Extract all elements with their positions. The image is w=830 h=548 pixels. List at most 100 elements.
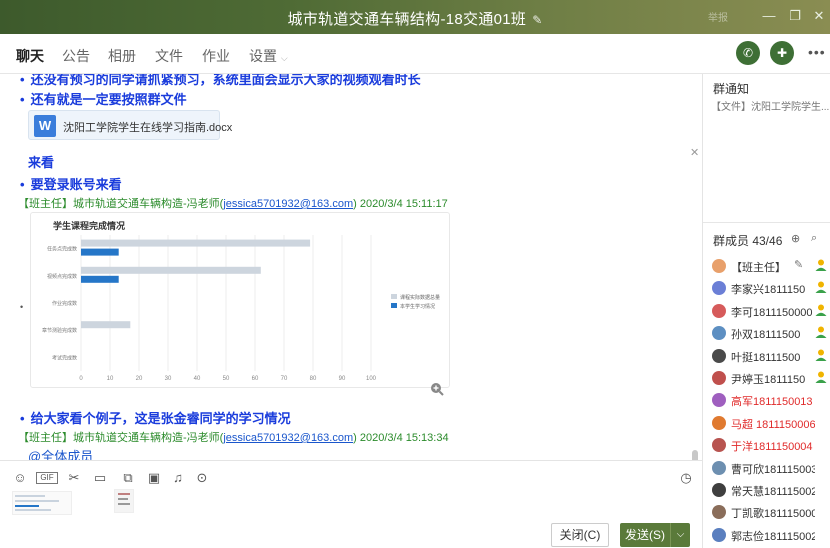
- x-tick-label: 100: [366, 376, 377, 382]
- avatar[interactable]: [712, 527, 726, 542]
- edit-title-icon[interactable]: ✎: [532, 13, 542, 27]
- avatar[interactable]: [712, 326, 726, 341]
- x-tick-label: 30: [165, 376, 172, 382]
- category-label: 章节测验完成数: [42, 327, 77, 334]
- member-item[interactable]: 于洋1811150004: [712, 435, 830, 455]
- avatar[interactable]: [712, 438, 726, 453]
- tab-homework[interactable]: 作业: [202, 46, 230, 66]
- image-icon[interactable]: ▣: [146, 470, 162, 486]
- sender-email-link[interactable]: jessica5701932@163.com: [223, 198, 353, 210]
- pasted-image-thumbnail[interactable]: [114, 489, 134, 513]
- avatar[interactable]: [712, 483, 726, 497]
- sender-email-link[interactable]: jessica5701932@163.com: [223, 432, 353, 444]
- close-window-icon[interactable]: ✕: [810, 7, 828, 25]
- bar: [81, 275, 119, 283]
- bell-icon[interactable]: ♫: [170, 470, 186, 486]
- admin-role-icon: [814, 370, 828, 384]
- member-item[interactable]: 李可1811150000: [712, 301, 830, 321]
- close-icon[interactable]: ✕: [690, 146, 699, 159]
- minimize-icon[interactable]: —: [760, 7, 778, 25]
- history-icon[interactable]: ◷: [678, 470, 694, 486]
- message-text: • 还有就是一定要按照群文件: [20, 92, 187, 107]
- avatar[interactable]: [712, 281, 726, 296]
- x-tick-label: 10: [107, 376, 114, 382]
- member-item[interactable]: 曹可欣1811150030: [712, 458, 830, 478]
- member-name: 叶挺18111500: [731, 351, 801, 364]
- tab-settings-label: 设置: [249, 48, 277, 64]
- word-file-icon: W: [34, 115, 56, 137]
- member-name: 尹婷玉1811150: [731, 374, 806, 386]
- x-tick-label: 40: [194, 376, 201, 382]
- close-button[interactable]: 关闭(C): [551, 523, 609, 547]
- avatar[interactable]: [712, 415, 726, 430]
- avatar[interactable]: [712, 259, 726, 273]
- member-item[interactable]: 【班主任】 ✎: [712, 256, 830, 276]
- member-item[interactable]: 孙双18111500: [712, 323, 830, 343]
- member-name: 高军1811150013: [731, 396, 813, 409]
- gif-icon[interactable]: GIF: [36, 472, 58, 484]
- member-item[interactable]: 高军1811150013: [712, 390, 830, 410]
- more-icon[interactable]: •••: [808, 44, 826, 60]
- message-text: 来看: [28, 155, 55, 170]
- search-icon[interactable]: ⌕: [811, 232, 817, 245]
- tab-album[interactable]: 相册: [108, 46, 136, 66]
- member-item[interactable]: 李家兴1811150: [712, 278, 830, 298]
- divider: [703, 222, 830, 223]
- chart-title: 学生课程完成情况: [53, 220, 125, 231]
- group-notice-text[interactable]: 【文件】沈阳工学院学生...: [711, 98, 829, 113]
- send-options-chevron-icon[interactable]: ⌵: [670, 523, 690, 547]
- message-bullet: •: [20, 74, 25, 87]
- smile-icon[interactable]: ☺: [12, 470, 28, 486]
- avatar[interactable]: [712, 505, 726, 520]
- tab-announcement[interactable]: 公告: [62, 46, 90, 66]
- member-name: 郭志俭1811150021: [731, 530, 815, 543]
- admin-role-icon: [814, 303, 828, 317]
- chat-area: • 还没有预习的同学请抓紧预习，系统里面会显示大家的视频观看时长 • 还有就是一定要…: [0, 74, 702, 460]
- more-tools-icon[interactable]: ⊙: [194, 470, 210, 486]
- member-name: 于洋1811150004: [731, 441, 813, 454]
- category-label: 考试完成数: [52, 354, 77, 361]
- mention-all[interactable]: @全体成员: [28, 446, 93, 460]
- legend-label: 本学生学习情况: [400, 303, 435, 310]
- member-item[interactable]: 尹婷玉1811150: [712, 368, 830, 388]
- phone-icon[interactable]: ✆: [736, 41, 760, 65]
- send-button[interactable]: 发送(S): [620, 523, 670, 547]
- avatar[interactable]: [712, 348, 726, 363]
- message-bullet: •: [20, 92, 25, 107]
- category-label: 任务点完成数: [47, 246, 77, 253]
- member-item[interactable]: 叶挺18111500: [712, 346, 830, 366]
- edit-icon[interactable]: ✎: [794, 258, 803, 271]
- admin-role-icon: [814, 258, 828, 272]
- avatar[interactable]: [712, 460, 726, 475]
- add-member-icon[interactable]: ⊕: [791, 232, 800, 245]
- file-attachment[interactable]: W 沈阳工学院学生在线学习指南.docx: [28, 110, 232, 140]
- tab-files[interactable]: 文件: [155, 46, 183, 66]
- folder-icon[interactable]: ▭: [92, 470, 108, 486]
- maximize-icon[interactable]: ❐: [786, 7, 804, 25]
- chat-scrollbar[interactable]: [692, 450, 698, 460]
- screenshot-icon[interactable]: ⧉: [120, 470, 136, 486]
- category-label: 视频点完成数: [47, 273, 77, 280]
- message-text: • 还没有预习的同学请抓紧预习，系统里面会显示大家的视频观看时长: [20, 74, 421, 87]
- sender-name: 【班主任】城市轨道交通车辆构造-冯老师(: [18, 432, 224, 444]
- member-item[interactable]: 马超 1811150006: [712, 413, 830, 433]
- zoom-icon[interactable]: [430, 382, 444, 396]
- add-chat-icon[interactable]: ✚: [770, 41, 794, 65]
- avatar[interactable]: [712, 371, 726, 385]
- avatar[interactable]: [712, 303, 726, 318]
- message-meta: 【班主任】城市轨道交通车辆构造-冯老师(jessica5701932@163.c…: [18, 432, 449, 444]
- bar: [81, 248, 119, 256]
- tab-settings[interactable]: 设置 ⌵: [249, 46, 288, 66]
- member-item[interactable]: 常天慧1811150027: [712, 480, 830, 500]
- report-label[interactable]: 举报: [708, 9, 728, 24]
- pasted-image-thumbnail[interactable]: [12, 491, 72, 515]
- message-time: 2020/3/4 15:11:17: [359, 198, 448, 210]
- member-item[interactable]: 丁凯歌1811150009: [712, 502, 830, 522]
- member-name: 常天慧1811150027: [731, 486, 815, 498]
- avatar[interactable]: [712, 393, 726, 408]
- chart-image[interactable]: 学生课程完成情况 0 10 20 30 40 50 60 70 80 90 100 任务点完成数 视频点完…: [30, 212, 450, 388]
- scissors-icon[interactable]: ✂: [66, 470, 82, 486]
- message-text: • 要登录账号来看: [20, 177, 122, 192]
- member-item[interactable]: 郭志俭1811150021: [712, 525, 830, 545]
- tab-chat[interactable]: 聊天: [16, 46, 44, 77]
